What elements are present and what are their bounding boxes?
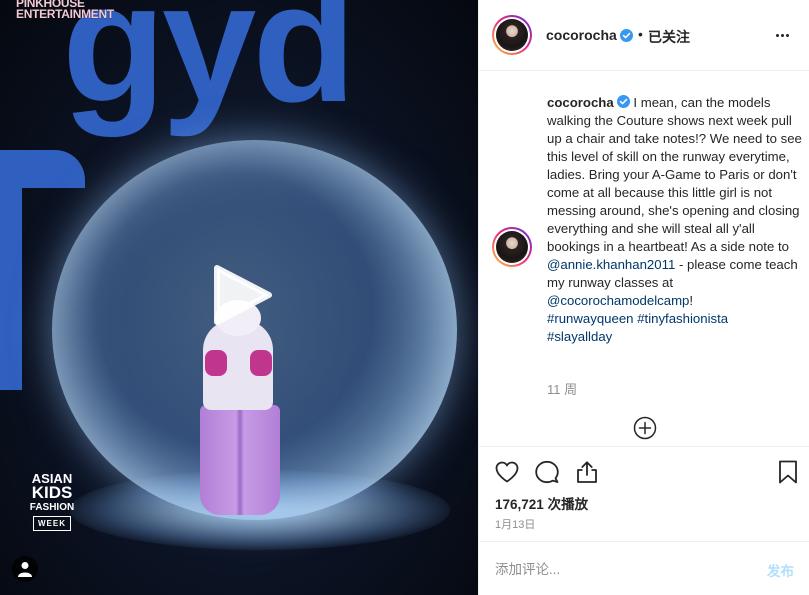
following-button[interactable]: 已关注: [648, 27, 690, 47]
post-date[interactable]: 1月13日: [495, 516, 535, 532]
event-logo: ASIAN KIDS FASHION WEEK: [27, 472, 77, 531]
add-comment-section: 发布: [479, 541, 809, 595]
caption-time-ago[interactable]: 11 周: [547, 379, 577, 398]
caption-avatar[interactable]: [492, 227, 532, 267]
view-count[interactable]: 176,721 次播放: [495, 493, 588, 513]
verified-badge-icon: [616, 95, 630, 108]
caption-username[interactable]: cocorocha: [547, 95, 614, 110]
event-logo-line: FASHION: [29, 502, 75, 513]
comment-input[interactable]: [495, 559, 745, 579]
hashtag-link[interactable]: #slayallday: [547, 329, 612, 344]
avatar-photo: [496, 19, 528, 51]
header-username[interactable]: cocorocha: [546, 27, 617, 43]
hashtag-link[interactable]: #runwayqueen: [547, 311, 634, 326]
caption-text: I mean, can the models walking the Coutu…: [547, 95, 802, 254]
user-tag-icon[interactable]: [12, 556, 38, 582]
share-icon[interactable]: [574, 459, 600, 485]
post-comment-button[interactable]: 发布: [767, 560, 794, 580]
post-panel: cocorocha • 已关注 cocorocha I mean, can th…: [478, 0, 809, 595]
mention-link[interactable]: @cocorochamodelcamp: [547, 293, 689, 308]
model-figure: [250, 350, 272, 376]
brand-line: ENTERTAINMENT: [16, 7, 114, 21]
play-icon[interactable]: [211, 264, 273, 326]
post-caption: cocorocha I mean, can the models walking…: [547, 94, 802, 346]
model-figure: [205, 350, 227, 376]
backdrop-shape: [0, 150, 22, 390]
brand-watermark: PINKHOUSE ENTERTAINMENT: [16, 0, 114, 20]
view-count-label: 次播放: [547, 497, 589, 512]
load-more-comments-icon[interactable]: [633, 416, 657, 440]
view-count-number: 176,721: [495, 497, 544, 512]
action-bar: 176,721 次播放 1月13日: [479, 446, 809, 541]
verified-badge-icon: [620, 28, 633, 46]
model-figure: [200, 405, 280, 515]
more-options-icon[interactable]: [776, 27, 796, 43]
hashtag-link[interactable]: #tinyfashionista: [637, 311, 728, 326]
avatar-photo: [496, 231, 528, 263]
post-video[interactable]: gyd PINKHOUSE ENTERTAINMENT ASIAN KIDS F…: [0, 0, 478, 595]
event-logo-line: KIDS: [31, 483, 73, 502]
comments-area[interactable]: cocorocha I mean, can the models walking…: [479, 71, 809, 456]
mention-link[interactable]: @annie.khanhan2011: [547, 257, 675, 272]
event-logo-line: WEEK: [33, 516, 71, 531]
post-header: cocorocha • 已关注: [479, 0, 809, 71]
bookmark-icon[interactable]: [775, 459, 801, 485]
like-heart-icon[interactable]: [494, 459, 520, 485]
separator-dot: •: [638, 26, 643, 42]
comment-bubble-icon[interactable]: [534, 459, 560, 485]
avatar[interactable]: [492, 15, 532, 55]
caption-text: !: [689, 293, 694, 308]
